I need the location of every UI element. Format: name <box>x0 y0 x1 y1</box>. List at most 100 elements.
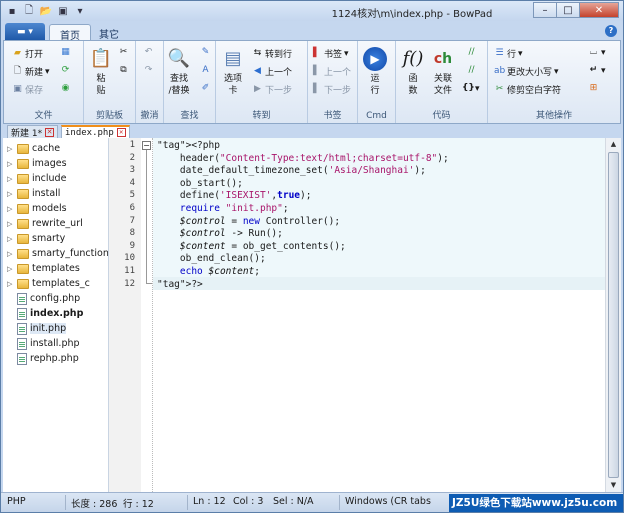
undo-button[interactable]: ↶ <box>143 47 154 58</box>
code-line[interactable]: "tag">?> <box>157 278 203 291</box>
close-tab-icon[interactable]: ✕ <box>116 128 126 137</box>
save-button[interactable]: ▣ 保存 <box>12 83 43 96</box>
expand-arrow-icon[interactable]: ▷ <box>7 235 14 243</box>
redo-button[interactable]: ↷ <box>143 65 154 76</box>
trim-whitespace-button[interactable]: ✂ 修剪空白字符 <box>494 83 561 96</box>
tree-folder[interactable]: ▷ smarty_function <box>7 246 108 261</box>
status-language[interactable]: PHP <box>7 496 26 507</box>
tree-folder[interactable]: ▷ templates <box>7 261 80 276</box>
tab-home[interactable]: 首页 <box>49 24 91 42</box>
close-file-button[interactable]: ◉ <box>60 83 71 94</box>
expand-arrow-icon[interactable]: ▷ <box>7 145 14 153</box>
convert-button[interactable]: ⊞ <box>588 83 599 94</box>
tree-folder[interactable]: ▷ cache <box>7 141 60 156</box>
expand-arrow-icon[interactable]: ▷ <box>7 175 14 183</box>
braces-icon: {} <box>462 83 475 93</box>
fold-marker-icon[interactable]: − <box>142 141 151 150</box>
goto-line-button[interactable]: ⇆ 转到行 <box>252 47 292 60</box>
scrollbar-thumb[interactable] <box>608 152 619 478</box>
tree-file[interactable]: config.php <box>7 291 80 306</box>
tree-folder[interactable]: ▷ rewrite_url <box>7 216 83 231</box>
expand-arrow-icon[interactable]: ▷ <box>7 205 14 213</box>
fold-margin[interactable]: − <box>141 138 153 492</box>
expand-arrow-icon[interactable]: ▷ <box>7 220 14 228</box>
change-case-button[interactable]: ab 更改大小写 ▾ <box>494 65 559 78</box>
reload-button[interactable]: ⟳ <box>60 65 71 76</box>
tree-folder[interactable]: ▷ install <box>7 186 60 201</box>
status-eol[interactable]: Windows (CR tabs <box>345 496 431 507</box>
find-prev-button[interactable]: A <box>200 65 211 76</box>
close-button[interactable]: ✕ <box>579 2 619 18</box>
line-ops-button[interactable]: ☰ 行 ▾ <box>494 47 522 60</box>
save-as-button[interactable]: ▦ <box>60 47 71 58</box>
code-line[interactable]: ob_end_clean(); <box>157 252 266 265</box>
expand-arrow-icon[interactable]: ▷ <box>7 250 14 258</box>
tree-folder[interactable]: ▷ images <box>7 156 67 171</box>
run-button[interactable]: ▶ 运 行 <box>363 47 387 97</box>
maximize-button[interactable]: □ <box>556 2 580 18</box>
paste-button[interactable]: 📋 粘 贴 <box>88 47 114 97</box>
whitespace-button[interactable]: ⌴ ▾ <box>588 47 606 58</box>
code-line[interactable]: $content = ob_get_contents(); <box>157 240 346 253</box>
cut-button[interactable]: ✂ <box>118 47 129 58</box>
tree-file[interactable]: rephp.php <box>7 351 79 366</box>
watermark-banner: JZ5U绿色下载站www.jz5u.com <box>449 494 623 512</box>
tree-folder[interactable]: ▷ models <box>7 201 67 216</box>
line-number-gutter: 1 2 3 4 5 6 7 8 9 10 11 12 <box>109 138 141 492</box>
expand-arrow-icon[interactable]: ▷ <box>7 280 14 288</box>
bookmark-prev-button[interactable]: ▌ 上一个 <box>311 65 351 78</box>
tree-folder[interactable]: ▷ include <box>7 171 66 186</box>
code-line[interactable]: date_default_timezone_set('Asia/Shanghai… <box>157 164 426 177</box>
code-editor[interactable]: 1 2 3 4 5 6 7 8 9 10 11 12 − "tag"><?php header("Co… <box>109 138 621 492</box>
copy-button[interactable]: ⧉ <box>118 65 129 76</box>
tree-file[interactable]: index.php <box>7 306 83 321</box>
code-line[interactable]: define('ISEXIST',true); <box>157 189 312 202</box>
application-menu-button[interactable]: ▬ ▾ <box>5 23 45 40</box>
goto-prev-button[interactable]: ◀ 上一个 <box>252 65 292 78</box>
code-area[interactable]: "tag"><?php header("Content-Type:text/ht… <box>153 138 605 492</box>
tree-file[interactable]: install.php <box>7 336 80 351</box>
functions-button[interactable]: f() 函 数 <box>400 47 426 97</box>
vertical-scrollbar[interactable]: ▲ ▼ <box>605 138 621 492</box>
tree-file[interactable]: init.php <box>7 321 67 336</box>
doc-tab-new1[interactable]: 新建 1* ✕ <box>7 125 59 139</box>
tree-folder[interactable]: ▷ templates_c <box>7 276 90 291</box>
find-next-button[interactable]: ✎ <box>200 47 211 58</box>
code-line[interactable]: ob_start(); <box>157 177 243 190</box>
scroll-up-icon[interactable]: ▲ <box>608 139 619 150</box>
find-replace-button[interactable]: 🔍 查找 /替换 <box>166 47 192 97</box>
line-number: 4 <box>129 177 135 188</box>
expand-arrow-icon[interactable]: ▷ <box>7 190 14 198</box>
eol-button[interactable]: ↵ ▾ <box>588 65 606 76</box>
comment-button[interactable]: // <box>466 47 477 58</box>
new-file-icon: 🗋 <box>13 66 22 76</box>
tree-folder[interactable]: ▷ smarty <box>7 231 65 246</box>
tree-item-label: install <box>32 188 61 199</box>
braces-button[interactable]: {} ▾ <box>462 83 480 94</box>
expand-arrow-icon[interactable]: ▷ <box>7 160 14 168</box>
code-line[interactable]: $control = new Controller(); <box>157 215 340 228</box>
new-button[interactable]: 🗋 新建 ▾ <box>12 65 50 78</box>
bookmark-next-button[interactable]: ▌ 下一步 <box>311 83 351 96</box>
minimize-button[interactable]: – <box>533 2 557 18</box>
close-tab-icon[interactable]: ✕ <box>45 127 55 137</box>
code-line[interactable]: $control -> Run(); <box>157 227 283 240</box>
expand-arrow-icon[interactable]: ▷ <box>7 265 14 273</box>
tab-other[interactable]: 其它 <box>89 24 129 41</box>
uncomment-button[interactable]: // <box>466 65 477 76</box>
help-icon[interactable]: ? <box>605 25 617 37</box>
code-line[interactable]: echo $content; <box>157 265 260 278</box>
find-selected-button[interactable]: ✐ <box>200 83 211 94</box>
open-button[interactable]: ▰ 打开 <box>12 47 43 60</box>
code-line[interactable]: require "init.php"; <box>157 202 289 215</box>
scroll-down-icon[interactable]: ▼ <box>608 480 619 491</box>
bookmark-button[interactable]: ▌ 书签 ▾ <box>311 47 349 60</box>
code-line[interactable]: header("Content-Type:text/html;charset=u… <box>157 152 449 165</box>
find-selected-icon: ✐ <box>201 83 210 93</box>
goto-next-button[interactable]: ▶ 下一步 <box>252 83 292 96</box>
group-label-undo: 撤消 <box>140 111 159 121</box>
code-line[interactable]: "tag"><?php <box>157 139 220 152</box>
doc-tab-index-php[interactable]: index.php ✕ <box>61 125 130 138</box>
related-files-button[interactable]: ch 关联 文件 <box>430 47 456 97</box>
tab-options-button[interactable]: ▤ 选项 卡 <box>220 47 246 97</box>
